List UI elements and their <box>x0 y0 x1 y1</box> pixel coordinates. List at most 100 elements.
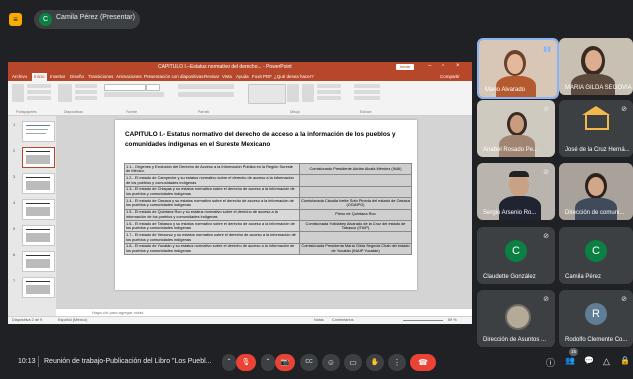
participant-tile[interactable]: ⊘ Dirección de Asuntos ... <box>477 290 555 347</box>
participant-tile[interactable]: ⊘ Anabel Rosado Pe... <box>477 100 555 157</box>
participant-name: Camila Pérez <box>565 274 602 280</box>
font-size-select[interactable] <box>146 84 160 91</box>
share-button[interactable]: Compartir <box>440 74 460 79</box>
camera-off-button[interactable]: 📷 <box>275 354 295 371</box>
status-bar: Diapositiva 2 de 9 Español (México) Nota… <box>8 316 472 324</box>
thumbnail-number: 2 <box>13 148 16 153</box>
participant-tile[interactable]: ⊘ José de la Cruz Herná... <box>559 100 633 157</box>
participant-name: Dirección de Asuntos ... <box>483 337 547 343</box>
reset-button[interactable] <box>75 90 97 94</box>
new-slide-icon[interactable] <box>58 84 72 102</box>
font-name-select[interactable] <box>104 84 146 91</box>
commissioner-cell: Comisionado Presidente Adrián Alcalá Mén… <box>299 162 412 176</box>
mic-off-button[interactable]: 🎙 <box>236 354 256 371</box>
quick-styles-icon[interactable] <box>302 84 314 102</box>
paste-icon[interactable] <box>12 84 24 102</box>
end-call-button[interactable]: ☎ <box>410 354 436 371</box>
participant-tile[interactable]: Dirección de comuni... <box>559 163 633 220</box>
thumbnail-1[interactable]: 1 <box>13 121 55 142</box>
cut-button[interactable] <box>27 84 51 88</box>
language-status[interactable]: Español (México) <box>58 318 87 322</box>
thumbnail-number: 4 <box>13 200 16 205</box>
zoom-slider[interactable] <box>403 320 443 321</box>
participant-tile[interactable]: C Camila Pérez <box>559 227 633 284</box>
tab-diseno[interactable]: Diseño <box>70 74 84 79</box>
tab-insertar[interactable]: Insertar <box>50 74 65 79</box>
thumbnail-number: 5 <box>13 226 16 231</box>
shapes-gallery[interactable] <box>248 84 286 104</box>
thumbnail-3[interactable]: 3 <box>13 173 55 194</box>
alignment-buttons[interactable] <box>178 92 234 97</box>
mic-options-button[interactable]: ⌃ <box>222 354 236 371</box>
zoom-level[interactable]: 69 % <box>448 318 457 322</box>
copy-button[interactable] <box>27 90 51 94</box>
captions-button[interactable]: CC <box>300 354 318 371</box>
select-button[interactable] <box>354 96 380 100</box>
shape-effects-button[interactable] <box>317 96 341 100</box>
raise-hand-button[interactable]: ✋ <box>366 354 384 371</box>
camera-options-button[interactable]: ⌃ <box>261 354 275 371</box>
thumbnail-6[interactable]: 6 <box>13 251 55 272</box>
table-row: 1.6.- El estado de Tabasco y su estatus … <box>124 220 412 233</box>
present-button[interactable]: ▭ <box>344 354 362 371</box>
participant-tile[interactable]: ⊘ Sergio Arsenio Ro... <box>477 163 555 220</box>
slide-canvas[interactable]: CAPITULO I.- Estatus normativo del derec… <box>115 120 417 290</box>
meeting-info-icon[interactable]: ⓘ <box>546 356 555 369</box>
close-icon[interactable]: × <box>456 63 460 69</box>
slide-thumbnails: 1 2 3 4 5 6 7 <box>8 116 56 316</box>
tab-presentacion[interactable]: Presentación con diapositivas <box>144 74 204 79</box>
mic-off-icon: ⊘ <box>543 106 549 113</box>
replace-button[interactable] <box>354 90 380 94</box>
comments-toggle[interactable]: Comentarios <box>332 318 354 322</box>
presenter-avatar: C <box>39 13 52 26</box>
tab-ayuda[interactable]: Ayuda <box>236 74 249 79</box>
participant-tile[interactable]: ▮▮ Mario Alvarado <box>477 38 559 99</box>
participant-name: Claudette González <box>483 274 536 280</box>
app-logo: ≡ <box>9 13 22 26</box>
thumbnail-5[interactable]: 5 <box>13 225 55 246</box>
font-style-buttons[interactable] <box>104 92 164 97</box>
arrange-icon[interactable] <box>287 84 299 102</box>
people-icon[interactable]: 👥 <box>565 356 575 365</box>
thumbnail-4[interactable]: 4 <box>13 199 55 220</box>
participant-tile[interactable]: R ⊘ Rodolfo Clemente Co... <box>559 290 633 347</box>
speaking-indicator-icon: ▮▮ <box>543 46 551 53</box>
emoji-button[interactable]: ☺ <box>322 354 340 371</box>
shape-outline-button[interactable] <box>317 90 341 94</box>
thumbnail-2[interactable]: 2 <box>13 147 55 168</box>
participant-tile[interactable]: C ⊘ Claudette González <box>477 227 555 284</box>
format-painter-button[interactable] <box>27 96 51 100</box>
section-cell: 1.6.- El estado de Tabasco y su estatus … <box>124 220 300 233</box>
sign-in-button[interactable]: Iniciar sesión <box>396 64 414 75</box>
tab-animaciones[interactable]: Animaciones <box>116 74 142 79</box>
host-controls-icon[interactable]: 🔒 <box>620 356 630 365</box>
tell-me-search[interactable]: ¿Qué desea hacer? <box>274 74 314 79</box>
participant-tile[interactable]: MARIA GILDA SEGOVIA <box>559 38 633 95</box>
tab-revisar[interactable]: Revisar <box>204 74 219 79</box>
meeting-title: Reunión de trabajo-Publicación del Libro… <box>44 358 212 365</box>
section-button[interactable] <box>75 96 97 100</box>
layout-button[interactable] <box>75 84 97 88</box>
tab-transiciones[interactable]: Transiciones <box>88 74 113 79</box>
tab-inicio[interactable]: Inicio <box>32 73 47 81</box>
section-cell: 1.5.- El estado de Quintana Roo y su est… <box>124 208 300 222</box>
tab-archivo[interactable]: Archivo <box>12 74 27 79</box>
list-buttons[interactable] <box>178 84 234 89</box>
chat-icon[interactable]: 💬 <box>584 356 594 365</box>
tab-vista[interactable]: Vista <box>222 74 232 79</box>
powerpoint-titlebar: CAPITULO I.–Estatus normativo del derech… <box>8 62 472 75</box>
thumbnail-7[interactable]: 7 <box>13 277 55 298</box>
participant-name: Sergio Arsenio Ro... <box>483 210 537 216</box>
minimize-icon[interactable]: – <box>428 63 431 69</box>
tab-foxit[interactable]: Foxit PDF <box>252 74 272 79</box>
presenter-chip[interactable]: C Camila Pérez (Presentar) <box>34 10 140 29</box>
maximize-icon[interactable]: ▫ <box>442 63 444 69</box>
top-bar: ≡ C Camila Pérez (Presentar) <box>0 0 633 36</box>
shape-fill-button[interactable] <box>317 84 341 88</box>
activities-icon[interactable]: △ <box>603 356 610 367</box>
notes-toggle[interactable]: Notas <box>314 318 324 322</box>
more-options-button[interactable]: ⋮ <box>388 354 406 371</box>
find-button[interactable] <box>354 84 380 88</box>
mic-off-icon: ⊘ <box>621 106 627 113</box>
table-row: 1.3.- El estado de Chiapas y su estatus … <box>124 185 412 199</box>
